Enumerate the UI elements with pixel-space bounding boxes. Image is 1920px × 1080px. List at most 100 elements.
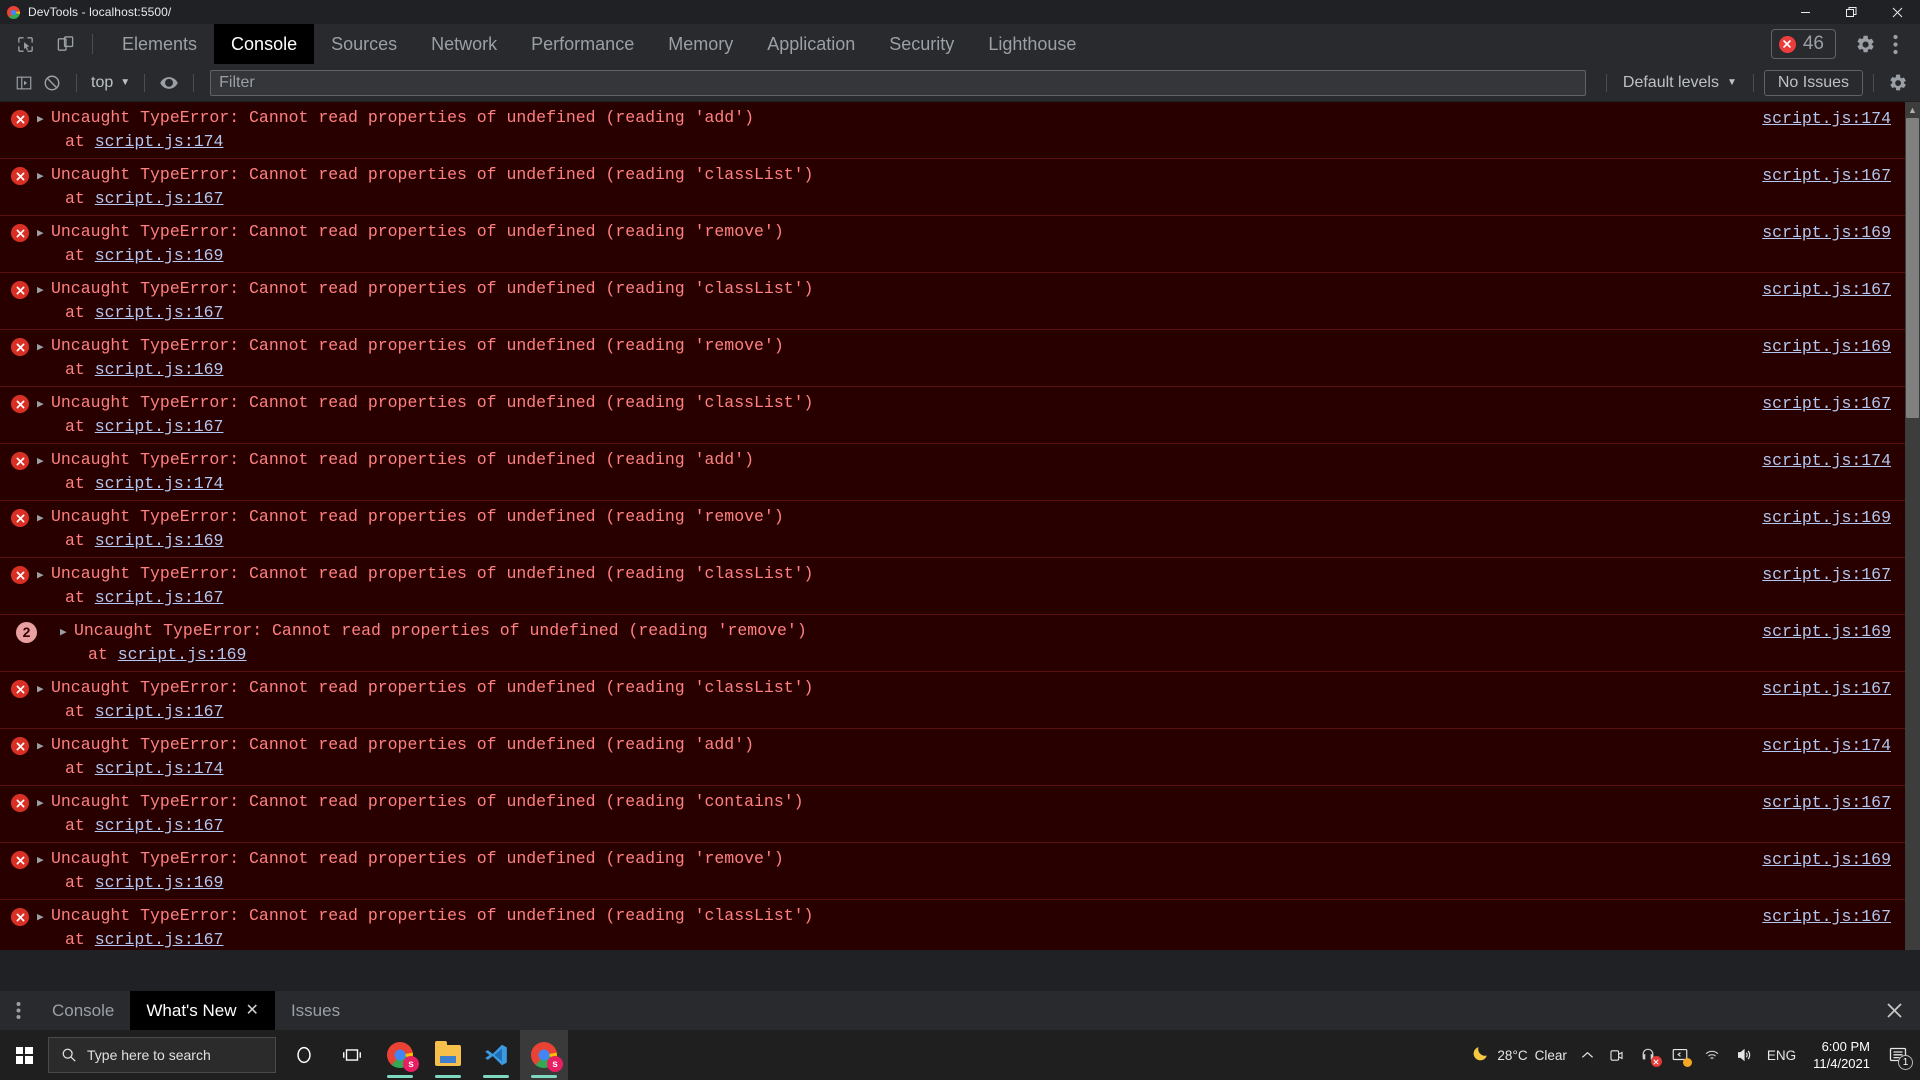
expand-triangle-icon[interactable]: ▶ (37, 566, 51, 587)
message-source-link[interactable]: script.js:174 (1762, 450, 1891, 471)
tab-application[interactable]: Application (750, 24, 872, 64)
clear-console-icon[interactable] (38, 69, 66, 97)
chevron-up-icon[interactable] (1574, 1030, 1601, 1080)
close-button[interactable] (1874, 0, 1920, 24)
expand-triangle-icon[interactable]: ▶ (37, 509, 51, 530)
console-message-row[interactable]: ▶ Uncaught TypeError: Cannot read propert… (0, 387, 1905, 444)
console-message-row[interactable]: ▶ Uncaught TypeError: Cannot read propert… (0, 330, 1905, 387)
expand-triangle-icon[interactable]: ▶ (37, 167, 51, 188)
tab-network[interactable]: Network (414, 24, 514, 64)
console-message-row[interactable]: ▶ Uncaught TypeError: Cannot read propert… (0, 102, 1905, 159)
console-message-row[interactable]: ▶ Uncaught TypeError: Cannot read propert… (0, 273, 1905, 330)
taskbar-search-input[interactable]: Type here to search (48, 1037, 276, 1073)
message-source-link[interactable]: script.js:174 (1762, 735, 1891, 756)
message-source-link[interactable]: script.js:174 (1762, 108, 1891, 129)
message-source-link[interactable]: script.js:167 (1762, 906, 1891, 927)
minimize-button[interactable] (1782, 0, 1828, 24)
taskbar-chrome-devtools-icon[interactable]: s (520, 1030, 568, 1080)
error-count-badge[interactable]: 46 (1770, 29, 1836, 59)
windows-start-icon[interactable] (0, 1030, 48, 1080)
console-message-row[interactable]: ▶ Uncaught TypeError: Cannot read propert… (0, 786, 1905, 843)
message-source-link[interactable]: script.js:169 (1762, 849, 1891, 870)
inspect-element-icon[interactable] (12, 31, 38, 57)
drawer-tab-console[interactable]: Console (36, 991, 130, 1030)
console-message-row[interactable]: ▶ Uncaught TypeError: Cannot read propert… (0, 558, 1905, 615)
message-source-link[interactable]: script.js:167 (1762, 165, 1891, 186)
drawer-tab-whats-new[interactable]: What's New ✕ (130, 991, 275, 1030)
stack-frame-link[interactable]: script.js:169 (95, 531, 224, 550)
stack-frame-link[interactable]: script.js:167 (95, 816, 224, 835)
weather-widget[interactable]: 28°C Clear (1464, 1030, 1573, 1080)
message-source-link[interactable]: script.js:169 (1762, 621, 1891, 642)
task-view-icon[interactable] (328, 1030, 376, 1080)
tab-memory[interactable]: Memory (651, 24, 750, 64)
tab-sources[interactable]: Sources (314, 24, 414, 64)
language-indicator[interactable]: ENG (1760, 1030, 1803, 1080)
expand-triangle-icon[interactable]: ▶ (37, 110, 51, 131)
stack-frame-link[interactable]: script.js:174 (95, 474, 224, 493)
tab-elements[interactable]: Elements (105, 24, 214, 64)
console-message-row[interactable]: ▶ Uncaught TypeError: Cannot read propert… (0, 159, 1905, 216)
gear-icon[interactable] (1850, 29, 1880, 59)
expand-triangle-icon[interactable]: ▶ (60, 623, 74, 644)
stack-frame-link[interactable]: script.js:167 (95, 417, 224, 436)
console-sidebar-icon[interactable] (10, 69, 38, 97)
console-message-row[interactable]: ▶ Uncaught TypeError: Cannot read propert… (0, 672, 1905, 729)
live-expression-eye-icon[interactable] (155, 69, 183, 97)
console-message-row[interactable]: ▶ Uncaught TypeError: Cannot read propert… (0, 729, 1905, 786)
drawer-kebab-menu-icon[interactable] (0, 991, 36, 1030)
message-source-link[interactable]: script.js:169 (1762, 507, 1891, 528)
file-explorer-icon[interactable] (424, 1030, 472, 1080)
expand-triangle-icon[interactable]: ▶ (37, 737, 51, 758)
expand-triangle-icon[interactable]: ▶ (37, 224, 51, 245)
stack-frame-link[interactable]: script.js:167 (95, 588, 224, 607)
kebab-menu-icon[interactable] (1880, 29, 1910, 59)
drawer-close-button[interactable] (1868, 991, 1920, 1030)
restore-button[interactable] (1828, 0, 1874, 24)
taskbar-chrome-icon[interactable]: s (376, 1030, 424, 1080)
expand-triangle-icon[interactable]: ▶ (37, 908, 51, 929)
expand-triangle-icon[interactable]: ▶ (37, 851, 51, 872)
tab-console[interactable]: Console (214, 24, 315, 64)
expand-triangle-icon[interactable]: ▶ (37, 680, 51, 701)
console-message-row[interactable]: ▶ Uncaught TypeError: Cannot read propert… (0, 843, 1905, 900)
message-source-link[interactable]: script.js:169 (1762, 336, 1891, 357)
expand-triangle-icon[interactable]: ▶ (37, 338, 51, 359)
vscode-icon[interactable] (472, 1030, 520, 1080)
expand-triangle-icon[interactable]: ▶ (37, 281, 51, 302)
console-message-row[interactable]: 2 ▶ Uncaught TypeError: Cannot read proper… (0, 615, 1905, 672)
expand-triangle-icon[interactable]: ▶ (37, 395, 51, 416)
console-message-row[interactable]: ▶ Uncaught TypeError: Cannot read propert… (0, 501, 1905, 558)
log-levels-selector[interactable]: Default levels ▼ (1617, 72, 1743, 94)
message-source-link[interactable]: script.js:167 (1762, 564, 1891, 585)
display-cast-icon[interactable] (1664, 1030, 1696, 1080)
volume-icon[interactable] (1728, 1030, 1760, 1080)
stack-frame-link[interactable]: script.js:167 (95, 189, 224, 208)
headset-muted-icon[interactable] (1632, 1030, 1664, 1080)
stack-frame-link[interactable]: script.js:169 (95, 246, 224, 265)
console-scrollbar[interactable]: ▲ (1905, 102, 1920, 950)
wifi-icon[interactable] (1696, 1030, 1728, 1080)
tab-lighthouse[interactable]: Lighthouse (971, 24, 1093, 64)
issues-button[interactable]: No Issues (1763, 69, 1863, 96)
console-settings-gear-icon[interactable] (1884, 69, 1912, 97)
console-message-scroll-area[interactable]: ▶ Uncaught TypeError: Cannot read propert… (0, 102, 1905, 950)
message-source-link[interactable]: script.js:167 (1762, 279, 1891, 300)
stack-frame-link[interactable]: script.js:169 (118, 645, 247, 664)
message-source-link[interactable]: script.js:167 (1762, 393, 1891, 414)
close-icon[interactable]: ✕ (246, 1002, 259, 1019)
stack-frame-link[interactable]: script.js:174 (95, 132, 224, 151)
camera-icon[interactable] (1601, 1030, 1632, 1080)
filter-input[interactable] (210, 69, 1586, 96)
notification-icon[interactable]: 1 (1880, 1030, 1916, 1080)
tab-security[interactable]: Security (872, 24, 971, 64)
drawer-tab-issues[interactable]: Issues (275, 991, 356, 1030)
stack-frame-link[interactable]: script.js:169 (95, 873, 224, 892)
expand-triangle-icon[interactable]: ▶ (37, 452, 51, 473)
message-source-link[interactable]: script.js:167 (1762, 792, 1891, 813)
stack-frame-link[interactable]: script.js:167 (95, 930, 224, 949)
message-source-link[interactable]: script.js:169 (1762, 222, 1891, 243)
console-message-row[interactable]: ▶ Uncaught TypeError: Cannot read propert… (0, 216, 1905, 273)
execution-context-selector[interactable]: top ▼ (87, 72, 134, 94)
cortana-icon[interactable] (280, 1030, 328, 1080)
